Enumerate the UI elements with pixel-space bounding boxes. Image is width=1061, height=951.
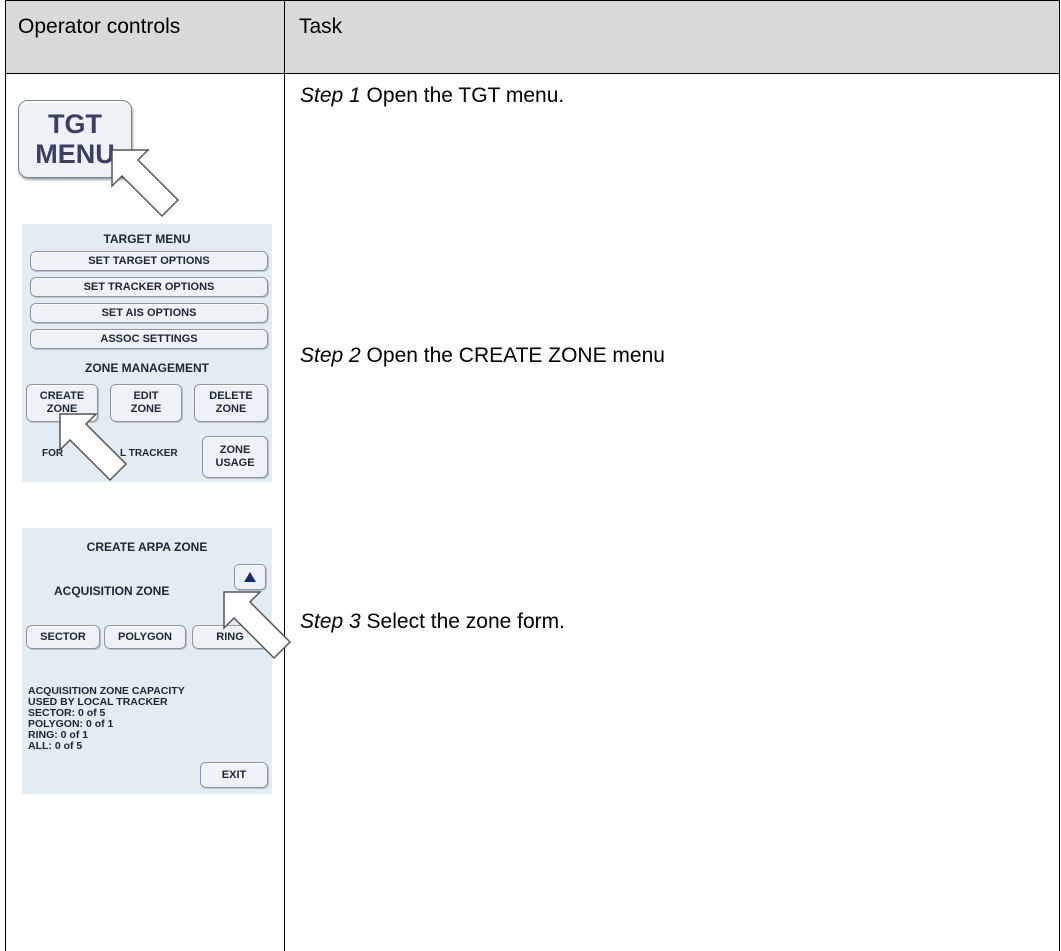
table-border-right xyxy=(1059,0,1060,951)
sector-label: SECTOR xyxy=(40,630,86,643)
delete-zone-line2: ZONE xyxy=(215,403,247,415)
capacity-line: ALL: 0 of 5 xyxy=(28,740,83,752)
assoc-settings-label: ASSOC SETTINGS xyxy=(100,332,198,345)
delete-zone-button[interactable]: DELETE ZONE xyxy=(194,384,268,422)
zone-usage-button[interactable]: ZONE USAGE xyxy=(202,436,268,478)
tgt-menu-line1: TGT xyxy=(48,109,102,139)
zone-usage-line2: USAGE xyxy=(215,457,255,469)
exit-button[interactable]: EXIT xyxy=(200,762,268,788)
polygon-button[interactable]: POLYGON xyxy=(104,625,186,649)
zone-usage-line1: ZONE xyxy=(219,444,251,456)
set-tracker-options-label: SET TRACKER OPTIONS xyxy=(83,280,215,293)
sector-button[interactable]: SECTOR xyxy=(26,625,100,649)
assoc-settings-button[interactable]: ASSOC SETTINGS xyxy=(30,329,268,349)
step-1-description: Open the TGT menu. xyxy=(360,84,565,107)
table-border-left xyxy=(5,0,6,951)
table-column-divider xyxy=(284,0,285,951)
set-target-options-label: SET TARGET OPTIONS xyxy=(88,254,210,267)
step-1-label: Step 1 xyxy=(300,84,361,107)
column-header-operator-controls: Operator controls xyxy=(18,15,181,38)
polygon-label: POLYGON xyxy=(118,630,172,643)
pointer-arrow-icon xyxy=(223,591,292,660)
zone-management-heading: ZONE MANAGEMENT xyxy=(85,361,209,375)
pointer-arrow-icon xyxy=(59,413,128,482)
step-2-description: Open the CREATE ZONE menu xyxy=(360,344,665,367)
table-header-divider xyxy=(5,73,1060,74)
delete-zone-line1: DELETE xyxy=(209,390,253,402)
create-arpa-zone-title: CREATE ARPA ZONE xyxy=(86,540,208,554)
zone-type-label: ACQUISITION ZONE xyxy=(54,584,170,598)
capacity-info: ACQUISITION ZONE CAPACITY USED BY LOCAL … xyxy=(28,686,185,752)
step-3-description: Select the zone form. xyxy=(360,610,565,633)
step-3-label: Step 3 xyxy=(300,610,361,633)
target-menu-title: TARGET MENU xyxy=(103,232,191,246)
set-tracker-options-button[interactable]: SET TRACKER OPTIONS xyxy=(30,277,268,297)
pointer-arrow-icon xyxy=(111,149,180,218)
step-1-text: Step 1 Open the TGT menu. xyxy=(300,84,564,108)
column-header-task: Task xyxy=(299,15,343,38)
table-border-top xyxy=(5,0,1060,1)
set-target-options-button[interactable]: SET TARGET OPTIONS xyxy=(30,251,268,271)
set-ais-options-button[interactable]: SET AIS OPTIONS xyxy=(30,303,268,323)
step-2-label: Step 2 xyxy=(300,344,361,367)
step-2-text: Step 2 Open the CREATE ZONE menu xyxy=(300,344,665,368)
step-3-text: Step 3 Select the zone form. xyxy=(300,610,565,634)
exit-label: EXIT xyxy=(221,768,247,781)
set-ais-options-label: SET AIS OPTIONS xyxy=(101,306,197,319)
